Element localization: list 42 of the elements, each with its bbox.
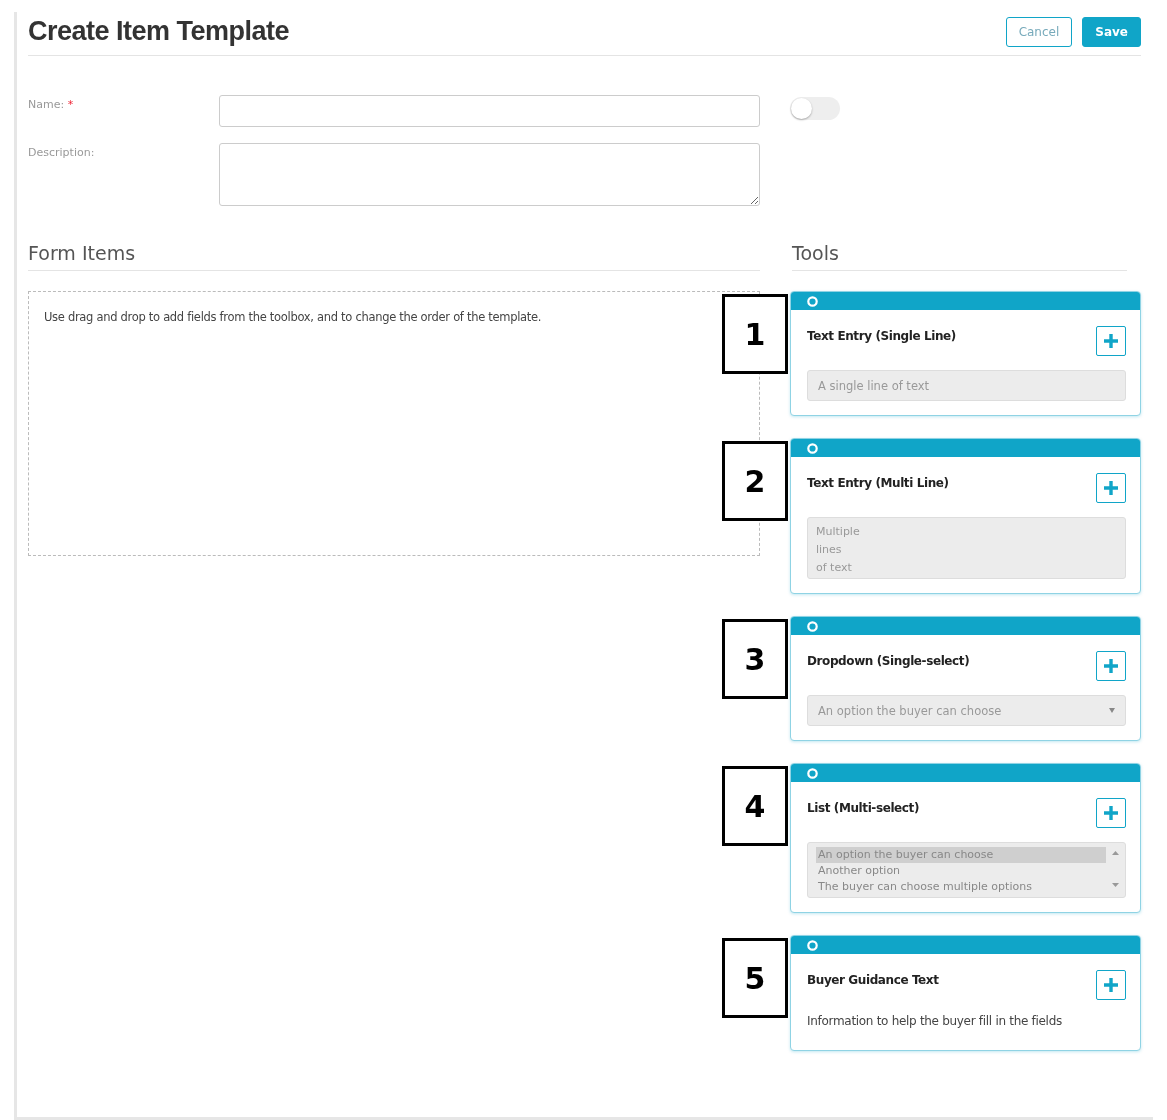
- callout-number: 4: [722, 766, 788, 846]
- callout-number: 2: [722, 441, 788, 521]
- add-circle-icon: [807, 767, 818, 779]
- add-button[interactable]: [1096, 473, 1126, 503]
- add-circle-icon: [807, 442, 818, 454]
- list-option: An option the buyer can choose: [816, 847, 1106, 863]
- tool-title: Text Entry (Single Line): [807, 329, 956, 343]
- caret-icon: [1109, 708, 1115, 713]
- section-heading: Form Items: [28, 238, 760, 271]
- list-option: The buyer can choose multiple options: [816, 879, 1106, 895]
- plus-icon: [1103, 977, 1119, 993]
- field-label: Description:: [28, 145, 96, 159]
- field-label: Name: *: [28, 97, 75, 111]
- toggle-switch[interactable]: [790, 97, 840, 120]
- add-circle-icon: [807, 939, 818, 951]
- callout-number: 5: [722, 938, 788, 1018]
- tool-title: List (Multi-select): [807, 801, 919, 815]
- drop-zone-hint: Use drag and drop to add fields from the toolbox, and to change the order of the template.: [44, 310, 543, 324]
- plus-icon: [1103, 658, 1119, 674]
- sample-text-field: A single line of text: [807, 370, 1126, 401]
- sample-text-area: Multiple lines of text: [807, 517, 1126, 579]
- list-option: Another option: [816, 863, 1106, 879]
- plus-icon: [1103, 333, 1119, 349]
- add-button[interactable]: [1096, 651, 1126, 681]
- add-circle-icon: [807, 620, 818, 632]
- plus-icon: [1103, 480, 1119, 496]
- guidance-text: Information to help the buyer fill in the fields: [807, 1014, 1063, 1030]
- tool-title: Text Entry (Multi Line): [807, 476, 949, 490]
- tool-title: Buyer Guidance Text: [807, 973, 939, 987]
- add-circle-icon: [807, 295, 818, 307]
- callout-number: 3: [722, 619, 788, 699]
- add-button[interactable]: [1096, 970, 1126, 1000]
- dropdown-value: An option the buyer can choose: [818, 703, 1002, 718]
- section-heading: Tools: [792, 238, 1127, 271]
- description-field[interactable]: [219, 143, 760, 206]
- add-button[interactable]: [1096, 326, 1126, 356]
- name-field[interactable]: [219, 95, 760, 127]
- plus-icon: [1103, 805, 1119, 821]
- tool-title: Dropdown (Single-select): [807, 654, 970, 668]
- add-button[interactable]: [1096, 798, 1126, 828]
- callout-number: 1: [722, 294, 788, 374]
- page-title: Create Item Template: [28, 16, 290, 47]
